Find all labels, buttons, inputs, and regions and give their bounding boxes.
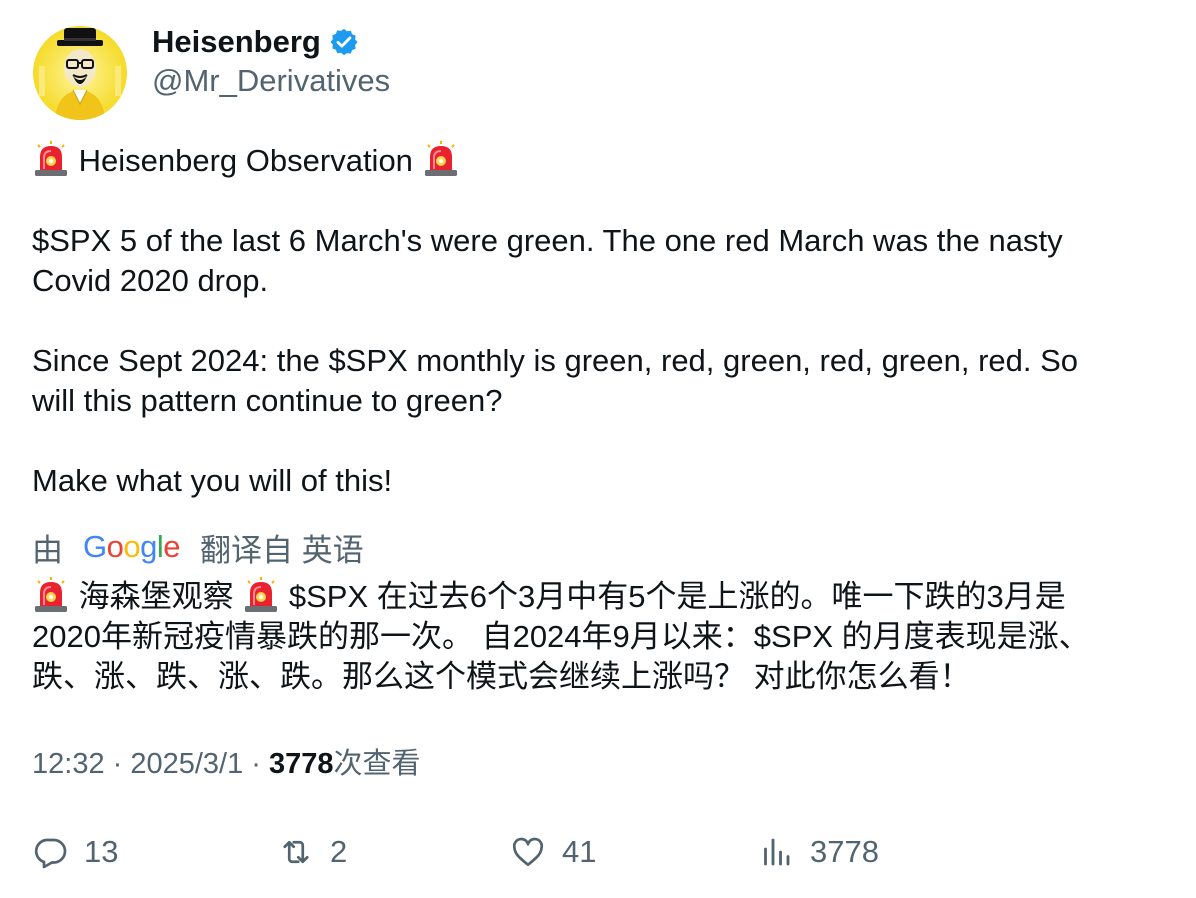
views-count: 3778 <box>269 748 334 780</box>
tweet-action-bar: 13 2 41 3778 <box>32 830 1162 874</box>
author-name-row[interactable]: Heisenberg <box>152 22 359 62</box>
translated-by-row: 由 Google 翻译自 英语 <box>32 527 364 568</box>
translated-title: 海森堡观察 <box>78 579 234 614</box>
views-action-count: 3778 <box>810 834 879 869</box>
reply-icon <box>34 838 67 869</box>
author-handle[interactable]: @Mr_Derivatives <box>152 62 390 100</box>
tweet-paragraph-1-line-2: Covid 2020 drop. <box>32 263 269 298</box>
translated-line-3: 跌、涨、跌、涨、跌。那么这个模式会继续上涨吗？ 对此你怎么看！ <box>32 659 971 694</box>
tweet-paragraph-3-line-1: Make what you will of this! <box>32 463 393 498</box>
translated-text: 海森堡观察 $SPX 在过去6个3月中有5个是上涨的。唯一下跌的3月是 2020… <box>32 577 1172 697</box>
translated-from-label: 翻译自 英语 <box>200 532 364 568</box>
like-button[interactable]: 41 <box>510 830 596 874</box>
translated-line-2: 2020年新冠疫情暴跌的那一次。 自2024年9月以来：$SPX 的月度表现是涨… <box>32 619 1090 654</box>
views-button[interactable]: 3778 <box>758 830 879 874</box>
tweet-title-text: Heisenberg Observation <box>78 143 413 178</box>
retweet-count: 2 <box>330 834 348 869</box>
avatar[interactable] <box>33 26 127 120</box>
heart-icon <box>512 837 544 867</box>
tweet-paragraph-1-line-1: $SPX 5 of the last 6 March's were green.… <box>32 223 1063 258</box>
retweet-icon <box>283 840 309 864</box>
siren-emoji-icon <box>32 141 70 177</box>
views-label: 次查看 <box>333 748 421 780</box>
analytics-icon <box>764 838 790 866</box>
meta-separator: · <box>243 748 270 780</box>
tweet-paragraph-2-line-2: will this pattern continue to green? <box>32 383 503 418</box>
translated-line-1-text: $SPX 在过去6个3月中有5个是上涨的。唯一下跌的3月是 <box>288 579 1066 614</box>
tweet-date[interactable]: 2025/3/1 <box>130 748 243 780</box>
tweet-meta: 12:32 · 2025/3/1 · 3778次查看 <box>32 744 421 784</box>
verified-badge-icon[interactable] <box>329 27 359 57</box>
tweet-text: Heisenberg Observation $SPX 5 of the las… <box>32 141 1162 501</box>
meta-separator: · <box>104 748 131 780</box>
google-logo[interactable]: Google <box>83 529 181 565</box>
reply-count: 13 <box>84 834 119 869</box>
translated-line-1: 海森堡观察 $SPX 在过去6个3月中有5个是上涨的。唯一下跌的3月是 <box>32 577 1172 617</box>
avatar-heisenberg-image <box>33 26 127 120</box>
siren-emoji-icon <box>32 577 70 613</box>
tweet-title-line: Heisenberg Observation <box>32 141 1162 181</box>
siren-emoji-icon <box>422 141 460 177</box>
tweet-paragraph-2-line-1: Since Sept 2024: the $SPX monthly is gre… <box>32 343 1079 378</box>
tweet-time[interactable]: 12:32 <box>32 748 105 780</box>
siren-emoji-icon <box>242 577 280 613</box>
like-count: 41 <box>562 834 597 869</box>
author-display-name[interactable]: Heisenberg <box>152 24 321 60</box>
reply-button[interactable]: 13 <box>32 830 118 874</box>
translated-by-label: 由 <box>32 532 63 568</box>
retweet-button[interactable]: 2 <box>278 830 347 874</box>
